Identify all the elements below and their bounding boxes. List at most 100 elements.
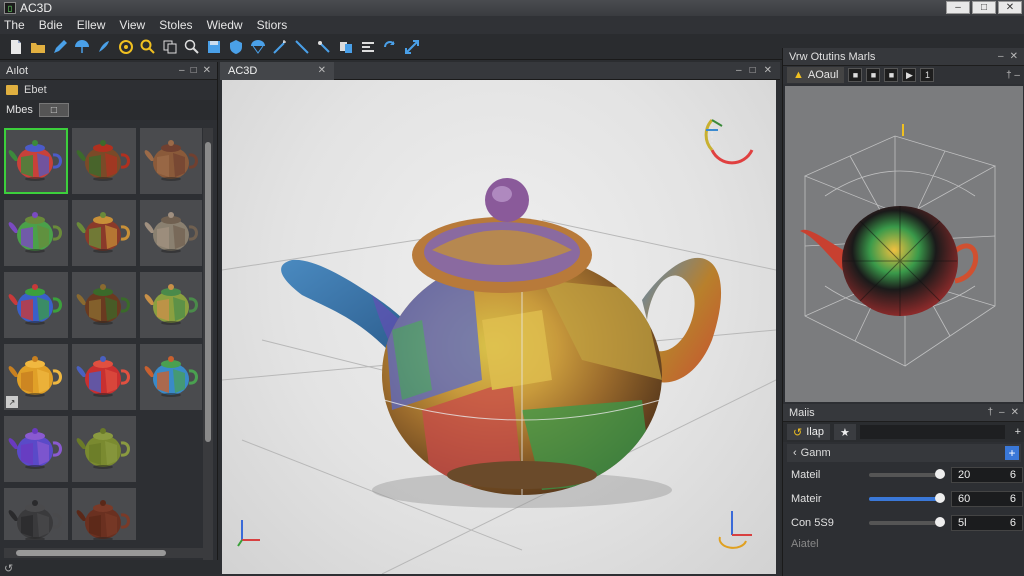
- menu-item-view[interactable]: View: [119, 18, 145, 32]
- wand-icon[interactable]: [270, 37, 290, 57]
- material-thumbnail[interactable]: [140, 200, 202, 266]
- pin-icon[interactable]: †: [987, 407, 993, 418]
- property-value: 60: [958, 493, 971, 505]
- property-value-field[interactable]: 60 6: [951, 491, 1023, 507]
- folder-row[interactable]: Ebet: [0, 80, 217, 100]
- property-unit: 6: [1009, 493, 1016, 505]
- slider-knob[interactable]: [935, 469, 946, 479]
- maximize-button[interactable]: □: [972, 1, 996, 14]
- property-value-field[interactable]: 20 6: [951, 467, 1023, 483]
- property-slider[interactable]: [869, 517, 946, 527]
- minimize-panel-icon[interactable]: –: [736, 65, 742, 76]
- minimize-panel-icon[interactable]: –: [179, 65, 185, 76]
- line-icon[interactable]: [292, 37, 312, 57]
- pen-icon[interactable]: [50, 37, 70, 57]
- material-preview[interactable]: [785, 86, 1023, 402]
- close-panel-icon[interactable]: ✕: [1010, 51, 1018, 62]
- material-thumbnail[interactable]: [4, 416, 68, 482]
- property-value-field[interactable]: 5l 6: [951, 515, 1023, 531]
- vertical-scrollbar[interactable]: [203, 128, 213, 576]
- tab-materials[interactable]: Mbes: [6, 104, 33, 116]
- material-thumbnail[interactable]: [72, 200, 136, 266]
- menu-bar: The Bdie Ellew View Stoles Wiedw Stiors: [0, 16, 1024, 34]
- close-button[interactable]: ✕: [998, 1, 1022, 14]
- preview-tab[interactable]: ▲ AOaul: [787, 67, 845, 83]
- menu-item-edit[interactable]: Bdie: [39, 18, 63, 32]
- preview-mode-1-icon[interactable]: ■: [848, 68, 863, 82]
- add-property-button[interactable]: +: [1005, 446, 1019, 460]
- play-icon[interactable]: ▶: [902, 68, 917, 82]
- properties-search-input[interactable]: [859, 425, 1005, 439]
- material-thumbnail: [140, 488, 202, 540]
- minimize-panel-icon[interactable]: –: [999, 407, 1005, 418]
- menu-item-7[interactable]: Stiors: [257, 18, 288, 32]
- material-thumbnail[interactable]: [72, 344, 136, 410]
- slider-knob[interactable]: [935, 493, 946, 503]
- material-thumbnail[interactable]: [140, 344, 202, 410]
- material-thumbnail[interactable]: [140, 128, 202, 194]
- rotate-arrows-icon[interactable]: [380, 37, 400, 57]
- add-icon[interactable]: +: [1015, 426, 1024, 438]
- open-folder-icon[interactable]: [28, 37, 48, 57]
- property-name: Mateil: [791, 469, 821, 481]
- magnifier-plus-icon[interactable]: [138, 37, 158, 57]
- scroll-thumb[interactable]: [16, 550, 166, 556]
- pin-icon[interactable]: † –: [1006, 70, 1024, 81]
- slider-knob[interactable]: [935, 517, 946, 527]
- property-slider[interactable]: [869, 493, 946, 503]
- float-panel-icon[interactable]: □: [750, 65, 756, 76]
- material-thumbnail[interactable]: [4, 488, 68, 540]
- frame-counter[interactable]: 1: [920, 68, 935, 82]
- save-icon[interactable]: [204, 37, 224, 57]
- menu-item-5[interactable]: Stoles: [159, 18, 192, 32]
- material-thumbnail[interactable]: [72, 128, 136, 194]
- umbrella-icon[interactable]: [72, 37, 92, 57]
- star-tab[interactable]: ★: [833, 424, 856, 440]
- viewport-tabbar: AC3D ✕ – □ ✕: [220, 61, 780, 80]
- section-label: Ganm: [800, 447, 831, 459]
- close-tab-icon[interactable]: ✕: [318, 65, 326, 76]
- circle-target-icon[interactable]: [116, 37, 136, 57]
- refresh-icon[interactable]: ↺: [4, 562, 13, 575]
- library-panel-header: Aılot – □ ✕: [0, 62, 217, 80]
- orientation-gizmo-top[interactable]: [704, 118, 754, 165]
- material-thumbnail[interactable]: ↗: [4, 344, 68, 410]
- 3d-viewport[interactable]: [222, 80, 776, 574]
- minimize-button[interactable]: –: [946, 1, 970, 14]
- property-slider[interactable]: [869, 469, 946, 479]
- material-thumbnail[interactable]: [4, 200, 68, 266]
- preview-mode-3-icon[interactable]: ■: [884, 68, 899, 82]
- material-thumbnail[interactable]: [140, 272, 202, 338]
- horizontal-scrollbar[interactable]: [4, 548, 204, 558]
- menu-item-file[interactable]: The: [4, 18, 25, 32]
- duplicate-icon[interactable]: [336, 37, 356, 57]
- menu-item-window[interactable]: Wiedw: [207, 18, 243, 32]
- title-bar: ▯ AC3D – □ ✕: [0, 0, 1024, 16]
- close-panel-icon[interactable]: ✕: [764, 65, 772, 76]
- minimize-panel-icon[interactable]: –: [998, 51, 1004, 62]
- material-thumbnail[interactable]: [4, 272, 68, 338]
- properties-tab[interactable]: ↺ Ilap: [787, 424, 830, 440]
- material-thumbnail[interactable]: [4, 128, 68, 194]
- close-panel-icon[interactable]: ✕: [1011, 407, 1019, 418]
- close-panel-icon[interactable]: ✕: [203, 65, 211, 76]
- magnifier-icon[interactable]: [182, 37, 202, 57]
- properties-section[interactable]: ‹ Ganm +: [787, 444, 1021, 462]
- pen-slash-icon[interactable]: [314, 37, 334, 57]
- material-thumbnail[interactable]: [72, 272, 136, 338]
- material-thumbnail[interactable]: [72, 488, 136, 540]
- align-icon[interactable]: [358, 37, 378, 57]
- float-panel-icon[interactable]: □: [191, 65, 197, 76]
- copy-icon[interactable]: [160, 37, 180, 57]
- material-thumbnail[interactable]: [72, 416, 136, 482]
- scroll-thumb[interactable]: [205, 142, 211, 442]
- tab-view-toggle[interactable]: □: [38, 103, 69, 117]
- menu-item-3[interactable]: Ellew: [77, 18, 106, 32]
- scale-arrows-icon[interactable]: [402, 37, 422, 57]
- preview-mode-2-icon[interactable]: ■: [866, 68, 881, 82]
- new-file-icon[interactable]: [6, 37, 26, 57]
- parachute-icon[interactable]: [248, 37, 268, 57]
- shield-icon[interactable]: [226, 37, 246, 57]
- viewport-tab[interactable]: AC3D ✕: [220, 61, 334, 80]
- brush-icon[interactable]: [94, 37, 114, 57]
